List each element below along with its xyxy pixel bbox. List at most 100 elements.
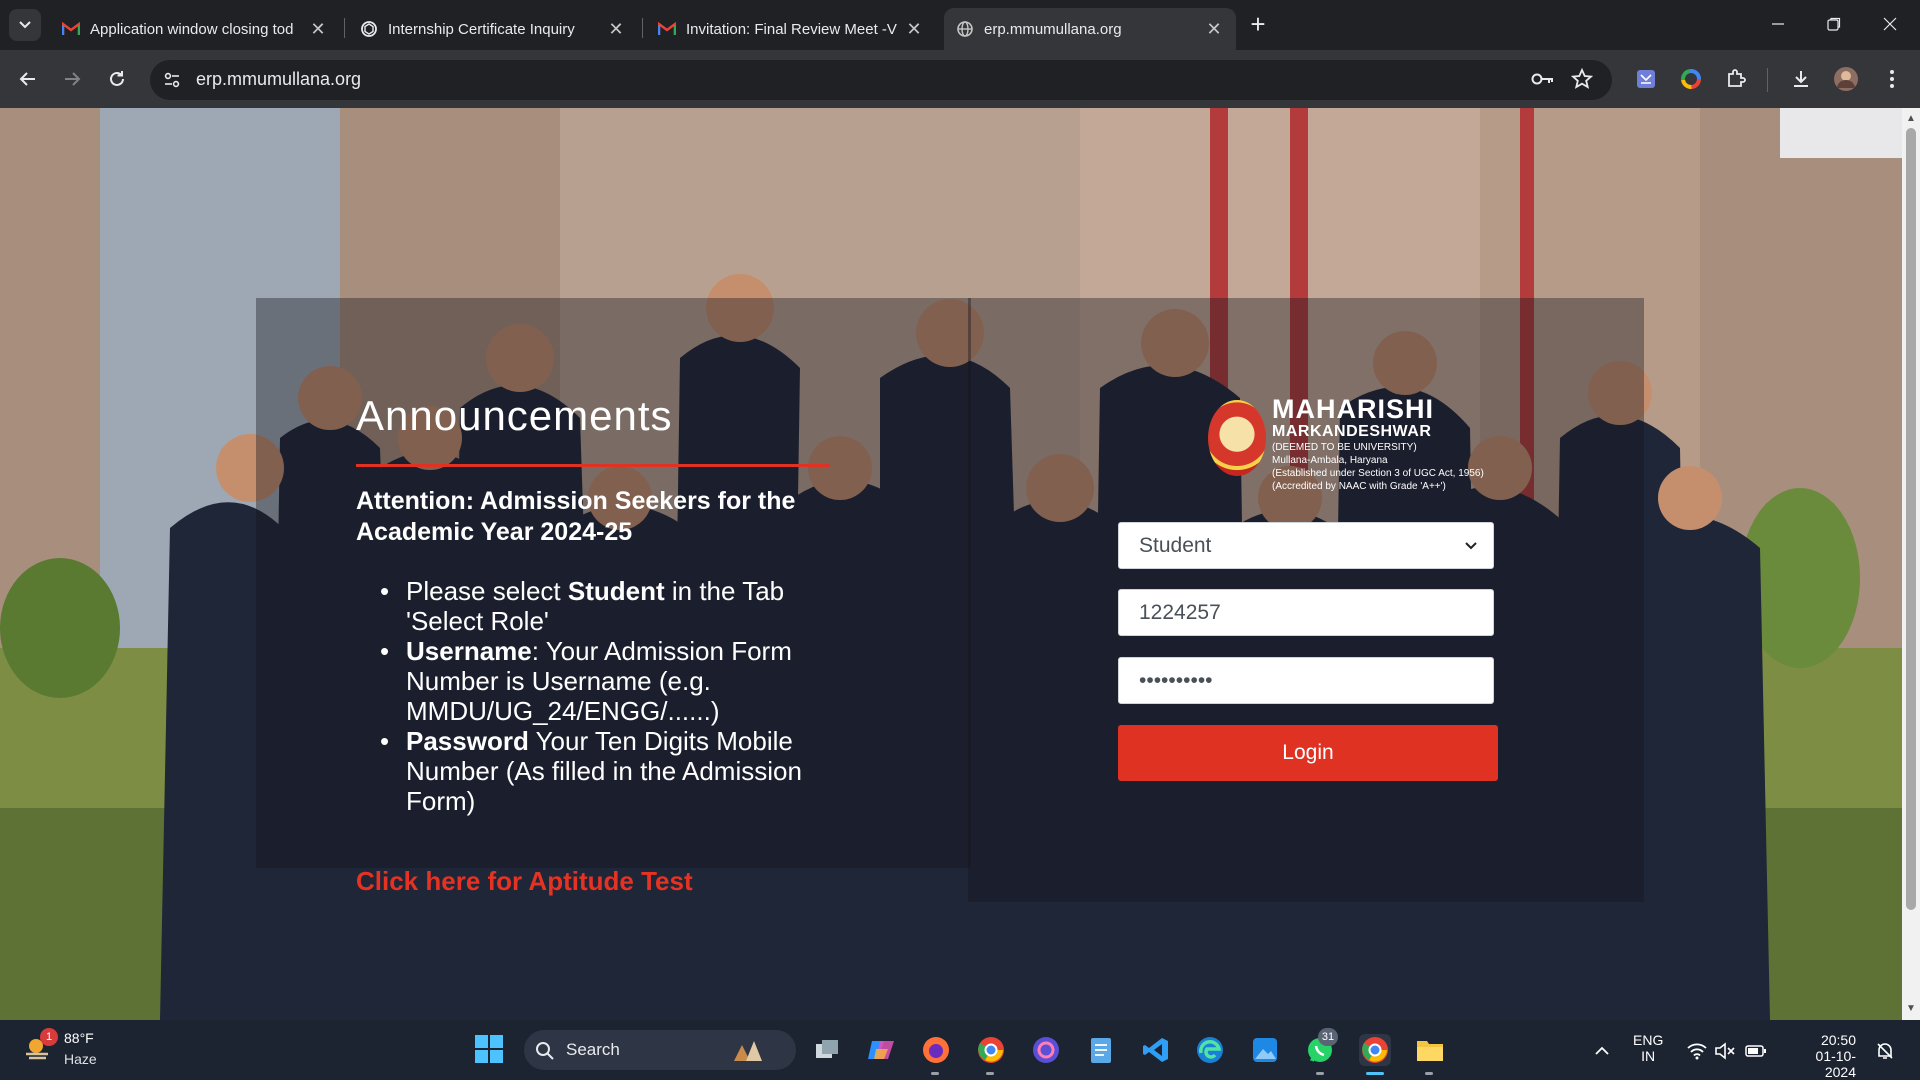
extension-button-2[interactable] (1676, 64, 1706, 94)
search-highlight-icon (732, 1034, 764, 1066)
list-item: Username: Your Admission Form Number is … (380, 636, 830, 726)
tab-title: Invitation: Final Review Meet -V (686, 20, 897, 38)
tab-gmail-application[interactable]: Application window closing tod ✕ (50, 8, 340, 50)
tab-title: erp.mmumullana.org (984, 20, 1122, 38)
chrome-profile-icon[interactable] (975, 1034, 1007, 1066)
announcement-heading: Attention: Admission Seekers for the Aca… (356, 487, 796, 546)
close-icon[interactable]: ✕ (308, 19, 328, 39)
close-window-button[interactable] (1862, 0, 1918, 48)
scroll-up-icon[interactable]: ▲ (1902, 110, 1920, 128)
list-item: Password Your Ten Digits Mobile Number (… (380, 726, 830, 816)
gmail-icon (62, 20, 80, 38)
copilot-icon[interactable] (865, 1034, 897, 1066)
taskbar-search-label: Search (566, 1040, 620, 1059)
list-item: Please select Student in the Tab 'Select… (380, 576, 830, 636)
photos-icon[interactable] (1249, 1034, 1281, 1066)
volume-muted-icon[interactable] (1714, 1040, 1736, 1062)
task-view-icon[interactable] (811, 1034, 843, 1066)
running-indicator (986, 1072, 994, 1075)
star-icon (1571, 68, 1593, 89)
tab-invitation-final-review[interactable]: Invitation: Final Review Meet -V ✕ (646, 8, 936, 50)
item-bold-text: Username (406, 636, 532, 666)
download-icon (1794, 71, 1808, 87)
scroll-down-icon[interactable]: ▼ (1902, 1000, 1920, 1018)
restore-icon (1827, 17, 1841, 31)
clock-date: 01-10-2024 (1815, 1048, 1856, 1080)
tab-title: Internship Certificate Inquiry (388, 20, 575, 38)
edge-icon[interactable] (1194, 1034, 1226, 1066)
show-hidden-icons[interactable] (1591, 1040, 1613, 1062)
clock[interactable]: 20:50 01-10-2024 (1786, 1032, 1856, 1080)
reload-button[interactable] (101, 63, 133, 95)
logo-line: MAHARISHI (1272, 394, 1434, 424)
forward-button[interactable] (56, 63, 88, 95)
close-icon[interactable]: ✕ (606, 19, 626, 39)
announcements-title: Announcements (356, 392, 673, 439)
toolbar-divider (1767, 68, 1768, 92)
username-input[interactable]: 1224257 (1118, 589, 1494, 636)
scrollbar-thumb[interactable] (1906, 128, 1916, 910)
start-button[interactable] (474, 1034, 504, 1064)
aptitude-test-link[interactable]: Click here for Aptitude Test (356, 866, 693, 897)
site-info-button[interactable] (158, 66, 186, 94)
password-value: •••••••••• (1139, 668, 1213, 692)
close-icon (1883, 17, 1897, 31)
role-select[interactable]: Student (1118, 522, 1494, 569)
wifi-icon[interactable] (1686, 1040, 1708, 1062)
bookmark-button[interactable] (1567, 64, 1597, 94)
minimize-button[interactable] (1750, 0, 1806, 48)
extension-button-1[interactable] (1631, 64, 1661, 94)
key-icon (1531, 73, 1553, 85)
chevron-down-icon (19, 21, 31, 29)
weather-description[interactable]: Haze (64, 1051, 97, 1067)
tab-search-button[interactable] (9, 9, 41, 41)
chrome-icon[interactable] (1359, 1034, 1391, 1066)
notification-icon[interactable] (1874, 1040, 1896, 1062)
language-code: ENG (1633, 1032, 1664, 1048)
university-logo: MAHARISHI MARKANDESHWAR (DEEMED TO BE UN… (1208, 396, 1484, 504)
new-tab-button[interactable]: + (1244, 11, 1272, 39)
downloads-button[interactable] (1786, 64, 1816, 94)
url-text[interactable]: erp.mmumullana.org (196, 69, 361, 90)
file-explorer-icon[interactable] (1414, 1034, 1446, 1066)
running-indicator (1316, 1072, 1324, 1075)
logo-text: MAHARISHI MARKANDESHWAR (DEEMED TO BE UN… (1272, 396, 1484, 493)
item-bold-text: Password (406, 726, 529, 756)
logo-line: Mullana-Ambala, Haryana (1272, 455, 1388, 466)
clock-time: 20:50 (1820, 1032, 1856, 1048)
globe-icon (956, 20, 974, 38)
vscode-icon[interactable] (1140, 1034, 1172, 1066)
weather-temperature[interactable]: 88°F (64, 1030, 94, 1046)
profile-button[interactable] (1831, 64, 1861, 94)
windows-taskbar (0, 1020, 1920, 1080)
language-indicator[interactable]: ENG IN (1633, 1032, 1663, 1064)
battery-icon[interactable] (1745, 1040, 1767, 1062)
tab-internship-certificate[interactable]: Internship Certificate Inquiry ✕ (348, 8, 638, 50)
restore-button[interactable] (1806, 0, 1862, 48)
password-key-button[interactable] (1528, 64, 1558, 94)
browser-menu-button[interactable] (1877, 64, 1907, 94)
password-input[interactable]: •••••••••• (1118, 657, 1494, 704)
item-bold-text: Student (567, 576, 665, 606)
address-bar[interactable] (150, 60, 1612, 100)
firefox-icon[interactable] (920, 1034, 952, 1066)
notepad-icon[interactable] (1085, 1034, 1117, 1066)
more-vertical-icon (1890, 70, 1894, 88)
tab-title: Application window closing tod (90, 20, 294, 38)
tune-icon (164, 72, 180, 88)
browser-app-icon[interactable] (1030, 1034, 1062, 1066)
logo-line: (DEEMED TO BE UNIVERSITY) (1272, 442, 1417, 453)
logo-line: MARKANDESHWAR (1272, 423, 1432, 440)
announcement-list: Please select Student in the Tab 'Select… (380, 576, 830, 816)
back-button[interactable] (12, 63, 44, 95)
arrow-left-icon (19, 72, 35, 86)
extensions-menu-button[interactable] (1721, 64, 1751, 94)
title-underline (356, 464, 830, 467)
tab-separator (642, 18, 643, 38)
login-button[interactable]: Login (1118, 725, 1498, 781)
region-code: IN (1641, 1048, 1656, 1064)
close-icon[interactable]: ✕ (904, 19, 924, 39)
tab-erp-mmumullana[interactable]: erp.mmumullana.org ✕ (944, 8, 1236, 50)
close-icon[interactable]: ✕ (1204, 19, 1224, 39)
weather-alert-badge: 1 (40, 1028, 58, 1046)
